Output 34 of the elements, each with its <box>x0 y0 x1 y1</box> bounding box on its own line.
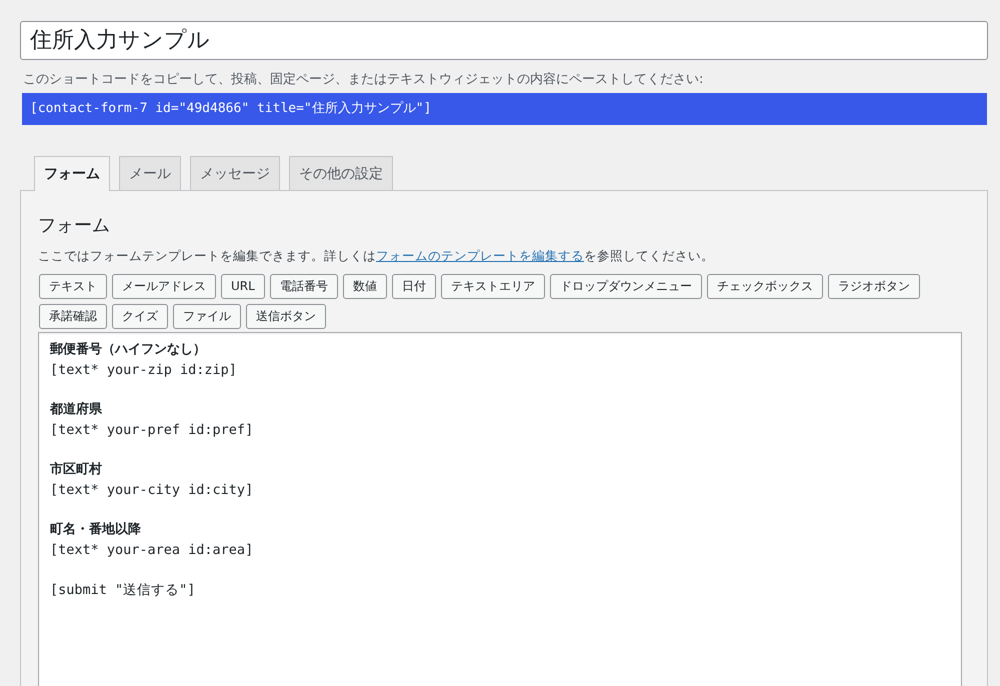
template-editor[interactable]: 郵便番号（ハイフンなし） [text* your-zip id:zip] 都道府県 [text* your-pref id:pref] 市区町村 [text* your-city id:city] 町名・番地以降 [text* your-area id:area] [submit "送信する"] <box>38 332 962 686</box>
tag-generator-button[interactable]: ファイル <box>173 304 241 329</box>
tag-generator-button[interactable]: 電話番号 <box>270 274 338 299</box>
tag-generator-button[interactable]: メールアドレス <box>112 274 216 299</box>
panel-heading: フォーム <box>38 214 111 238</box>
tag-generator-button[interactable]: クイズ <box>112 304 168 329</box>
shortcode-field[interactable]: [contact-form-7 id="49d4866" title="住所入力サンプル"] <box>22 93 987 125</box>
form-tag-line: [text* your-pref id:pref] <box>50 421 254 440</box>
tag-generator-button[interactable]: ラジオボタン <box>828 274 920 299</box>
form-tag-line: [text* your-area id:area] <box>50 541 254 560</box>
tag-generator-button[interactable]: テキストエリア <box>440 274 545 299</box>
tag-generator-button[interactable]: 日付 <box>392 274 436 299</box>
tag-generator-button[interactable]: 送信ボタン <box>246 304 326 329</box>
tag-generator-button[interactable]: URL <box>221 274 265 299</box>
tag-generator-button[interactable]: 数値 <box>342 274 387 299</box>
tag-generator-button[interactable]: ドロップダウンメニュー <box>550 274 702 299</box>
field-label-line: 都道府県 <box>50 400 102 419</box>
submit-tag-line: [submit "送信する"] <box>50 581 196 600</box>
tab[interactable]: フォーム <box>34 156 110 191</box>
form-tag-line: [text* your-city id:city] <box>50 481 254 500</box>
tab[interactable]: その他の設定 <box>289 156 393 190</box>
tab[interactable]: メッセージ <box>190 156 280 190</box>
form-tag-line: [text* your-zip id:zip] <box>50 361 237 380</box>
tag-generator-button[interactable]: テキスト <box>39 274 107 299</box>
field-label-line: 郵便番号（ハイフンなし） <box>50 341 206 359</box>
title-field[interactable]: 住所入力サンプル <box>20 21 988 60</box>
tag-generator-button[interactable]: 承諾確認 <box>39 304 107 329</box>
tab[interactable]: メール <box>119 156 181 190</box>
template-help-link[interactable]: フォームのテンプレートを編集する <box>376 248 584 263</box>
tag-generator-button[interactable]: チェックボックス <box>706 274 823 299</box>
shortcode-hint: このショートコードをコピーして、投稿、固定ページ、またはテキストウィジェットの内容にペーストしてください: <box>23 72 704 88</box>
field-label-line: 町名・番地以降 <box>50 521 141 539</box>
field-label-line: 市区町村 <box>50 460 102 479</box>
help-text: ここではフォームテンプレートを編集できます。詳しくはフォームのテンプレートを編集する を参照してください。 <box>38 247 715 265</box>
